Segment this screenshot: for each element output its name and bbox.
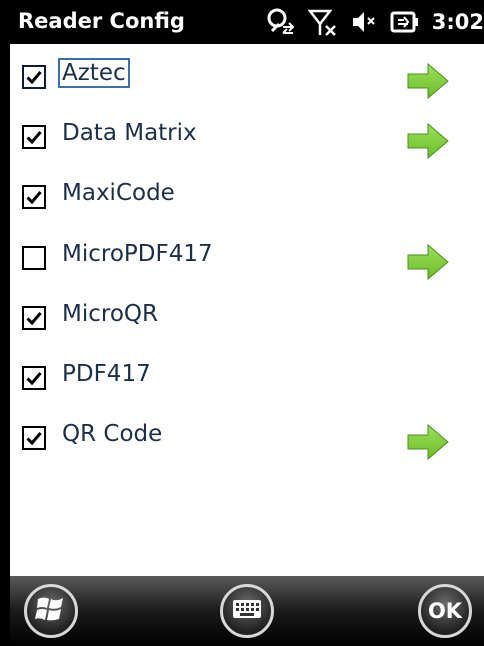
symbology-label[interactable]: PDF417 bbox=[60, 361, 153, 387]
checkbox-checked[interactable] bbox=[22, 426, 46, 450]
soft-key-bar: OK bbox=[10, 576, 484, 646]
checkmark-icon bbox=[26, 312, 42, 326]
checkbox-checked[interactable] bbox=[22, 65, 46, 89]
checkmark-icon bbox=[26, 432, 42, 446]
symbology-label[interactable]: Data Matrix bbox=[60, 120, 199, 146]
clock[interactable]: 3:02 bbox=[432, 10, 484, 34]
symbology-row[interactable]: PDF417 bbox=[10, 355, 484, 411]
symbology-label[interactable]: MicroPDF417 bbox=[60, 241, 215, 267]
symbology-row[interactable]: QR Code bbox=[10, 415, 484, 471]
settings-arrow-icon[interactable] bbox=[406, 422, 450, 466]
connectivity-icon[interactable] bbox=[266, 7, 296, 37]
symbology-label[interactable]: MaxiCode bbox=[60, 180, 177, 206]
windows-logo-icon bbox=[35, 593, 67, 629]
symbology-row[interactable]: Aztec bbox=[10, 54, 484, 110]
symbology-row[interactable]: MaxiCode bbox=[10, 174, 484, 230]
symbology-label[interactable]: QR Code bbox=[60, 421, 164, 447]
settings-arrow-icon[interactable] bbox=[406, 242, 450, 286]
symbology-label[interactable]: MicroQR bbox=[60, 301, 160, 327]
symbology-label[interactable]: Aztec bbox=[58, 58, 130, 88]
settings-arrow-icon[interactable] bbox=[406, 61, 450, 105]
keyboard-icon bbox=[232, 599, 262, 623]
status-icons: 3:02 bbox=[266, 7, 484, 37]
battery-charging-icon[interactable] bbox=[390, 9, 420, 35]
ok-button[interactable]: OK bbox=[418, 584, 472, 638]
symbology-row[interactable]: MicroQR bbox=[10, 295, 484, 351]
checkmark-icon bbox=[26, 372, 42, 386]
checkmark-icon bbox=[26, 191, 42, 205]
checkmark-icon bbox=[26, 71, 42, 85]
speaker-muted-icon[interactable] bbox=[350, 8, 378, 36]
signal-off-icon[interactable] bbox=[307, 7, 338, 37]
keyboard-button[interactable] bbox=[220, 584, 274, 638]
settings-arrow-icon[interactable] bbox=[406, 121, 450, 165]
checkbox-checked[interactable] bbox=[22, 125, 46, 149]
checkbox-checked[interactable] bbox=[22, 185, 46, 209]
app-title: Reader Config bbox=[18, 9, 185, 33]
status-bar: Reader Config 3:02 bbox=[10, 0, 484, 44]
checkbox-unchecked[interactable] bbox=[22, 246, 46, 270]
symbology-row[interactable]: Data Matrix bbox=[10, 114, 484, 170]
checkbox-checked[interactable] bbox=[22, 366, 46, 390]
ok-label: OK bbox=[427, 599, 463, 623]
start-button[interactable] bbox=[24, 584, 78, 638]
checkmark-icon bbox=[26, 131, 42, 145]
symbology-row[interactable]: MicroPDF417 bbox=[10, 235, 484, 291]
screen: Reader Config 3:02 Aztec Data Matrix Max… bbox=[10, 0, 484, 646]
checkbox-checked[interactable] bbox=[22, 306, 46, 330]
device-frame: Reader Config 3:02 Aztec Data Matrix Max… bbox=[0, 0, 484, 646]
